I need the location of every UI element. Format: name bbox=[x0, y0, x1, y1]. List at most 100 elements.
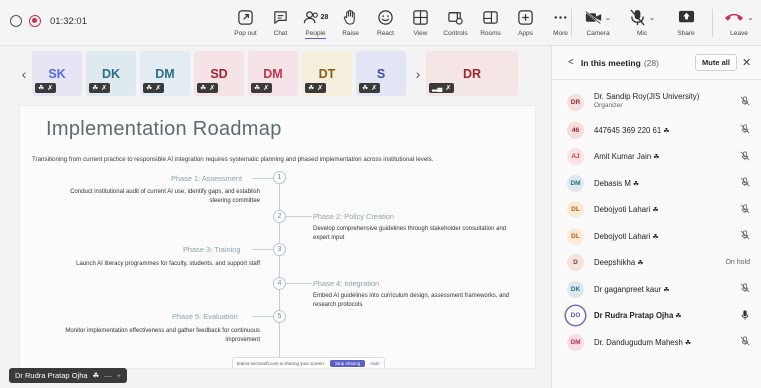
participant-count: (28) bbox=[643, 57, 659, 68]
toolbar-chat-button[interactable]: Chat bbox=[263, 6, 298, 39]
chat-icon bbox=[272, 6, 289, 28]
participant-tile[interactable]: S ☘ ✗ bbox=[356, 51, 406, 96]
camera-off-icon bbox=[584, 10, 601, 24]
participant-tile[interactable]: SK ☘ ✗ bbox=[32, 51, 82, 96]
guest-icon: ☘ bbox=[684, 339, 692, 347]
toolbar-people-button[interactable]: 28 People bbox=[298, 6, 333, 39]
mic-off-icon bbox=[740, 283, 750, 295]
toolbar-apps-button[interactable]: Apps bbox=[508, 6, 543, 39]
participant-row[interactable]: DM Dr. Dandugudum Mahesh ☘ bbox=[552, 329, 761, 356]
recording-icon bbox=[29, 15, 41, 27]
timeline-connector bbox=[286, 216, 312, 217]
leave-button[interactable]: ⌄ Leave bbox=[717, 6, 761, 37]
mic-off-icon bbox=[740, 336, 750, 348]
chevron-down-icon[interactable]: ⌄ bbox=[649, 13, 656, 22]
chevron-down-icon[interactable]: ⌄ bbox=[747, 13, 754, 22]
participant-name-text: Dr gaganpreet kaur bbox=[594, 284, 662, 294]
chevron-down-icon[interactable]: ⌄ bbox=[605, 13, 612, 22]
mic-off-icon bbox=[740, 151, 750, 163]
tile-status-badge: ☘ ✗ bbox=[35, 83, 57, 93]
mic-off-icon: ✗ bbox=[101, 85, 108, 92]
participant-name: Debojyoti Lahari ☘ bbox=[594, 205, 659, 214]
tile-initials: SD bbox=[210, 66, 228, 81]
tile-initials: DT bbox=[318, 66, 336, 81]
participant-row[interactable]: DK Dr gaganpreet kaur ☘ bbox=[552, 276, 761, 303]
toolbar-label: Rooms bbox=[480, 30, 501, 37]
mute-all-button[interactable]: Mute all bbox=[695, 54, 737, 71]
toolbar-raise-button[interactable]: Raise bbox=[333, 6, 368, 39]
mic-off-icon bbox=[740, 124, 750, 136]
guest-icon: ☘ bbox=[653, 154, 660, 162]
signal-icon: ▂▄ bbox=[432, 85, 443, 92]
mic-on-icon bbox=[740, 310, 750, 322]
plus-icon[interactable]: + bbox=[117, 371, 121, 380]
close-icon[interactable]: ✕ bbox=[742, 56, 751, 69]
avatar: DO bbox=[566, 306, 585, 326]
guest-icon: ☘ bbox=[308, 85, 315, 92]
participant-row[interactable]: DR Dr. Sandip Roy(JIS University) Organize… bbox=[552, 87, 761, 117]
avatar: DR bbox=[567, 93, 584, 111]
participant-row[interactable]: DL Debojyoti Lahari ☘ bbox=[552, 197, 761, 224]
participant-name: Debojyoti Lahari ☘ bbox=[594, 232, 659, 241]
guest-icon: ☘ bbox=[663, 127, 670, 135]
phase-title: Phase 4: Integration bbox=[313, 279, 380, 288]
toolbar-label: React bbox=[377, 30, 394, 37]
tile-initials: DM bbox=[263, 66, 283, 81]
phase-title: Phase 2: Policy Creation bbox=[313, 212, 394, 221]
participant-row[interactable]: DM Debasis M ☘ bbox=[552, 170, 761, 197]
participant-row[interactable]: DL Debojyoti Lahari ☘ bbox=[552, 223, 761, 250]
toolbar-view-button[interactable]: View bbox=[403, 6, 438, 39]
back-arrow-icon[interactable]: < bbox=[568, 57, 574, 68]
phase-description: Monitor implementation effectiveness and… bbox=[65, 328, 260, 343]
mic-button[interactable]: ⌄ Mic bbox=[620, 6, 664, 37]
toolbar-divider bbox=[712, 9, 713, 37]
participant-tile[interactable]: DT ☘ ✗ bbox=[302, 51, 352, 96]
toolbar-label: Chat bbox=[273, 30, 288, 37]
mic-off-icon: ✗ bbox=[445, 85, 452, 92]
toolbar-pop-out-button[interactable]: Pop out bbox=[228, 6, 263, 39]
camera-button[interactable]: ⌄ Camera bbox=[576, 6, 620, 37]
participant-name-text: Deepshikha bbox=[594, 258, 636, 268]
participant-name-text: 447645 369 220 61 bbox=[594, 125, 662, 135]
tile-initials: DR bbox=[462, 66, 482, 81]
participant-tile[interactable]: DM ☘ ✗ bbox=[140, 51, 190, 96]
strip-next-icon[interactable]: › bbox=[410, 66, 426, 82]
mic-off-icon: ✗ bbox=[371, 85, 378, 92]
toolbar-react-button[interactable]: React bbox=[368, 6, 403, 39]
guest-icon: ☘ bbox=[652, 233, 659, 241]
participant-row[interactable]: DO Dr Rudra Pratap Ojha ☘ bbox=[552, 303, 761, 330]
stop-sharing-button[interactable]: Stop sharing bbox=[330, 360, 366, 367]
participant-tile[interactable]: DM ☘ ✗ bbox=[248, 51, 298, 96]
participant-row[interactable]: AJ Amit Kumar Jain ☘ bbox=[552, 144, 761, 171]
participant-tile[interactable]: SD ☘ ✗ bbox=[194, 51, 244, 96]
meeting-timer: 01:32:01 bbox=[50, 15, 87, 27]
avatar: DL bbox=[567, 201, 584, 219]
apps-icon bbox=[517, 6, 534, 28]
mic-label: Mic bbox=[636, 30, 648, 37]
participant-tile[interactable]: DR ▂▄ ✗ bbox=[426, 51, 518, 96]
mic-off-icon: ✗ bbox=[209, 85, 216, 92]
panel-title: In this meeting bbox=[580, 57, 641, 68]
avatar: D bbox=[567, 254, 584, 272]
guest-icon: ☘ bbox=[38, 85, 45, 92]
hand-icon bbox=[342, 6, 359, 28]
shield-icon[interactable] bbox=[10, 15, 22, 27]
guest-icon: ☘ bbox=[675, 313, 682, 321]
timeline-connector bbox=[286, 283, 312, 284]
tile-status-badge: ☘ ✗ bbox=[143, 83, 165, 93]
participant-row[interactable]: 46 447645 369 220 61 ☘ bbox=[552, 117, 761, 144]
toolbar-controls-button[interactable]: Controls bbox=[438, 6, 473, 39]
slide-title: Implementation Roadmap bbox=[46, 118, 282, 140]
participant-strip: ‹ SK ☘ ✗ DK ☘ ✗ DM ☘ ✗ SD ☘ ✗ DM ☘ ✗ DT ☘ ✗ S ☘ ✗ › DR ▂▄ ✗ bbox=[16, 50, 536, 97]
participant-row[interactable]: D Deepshikha ☘ On hold bbox=[552, 250, 761, 277]
hide-button[interactable]: Hide bbox=[370, 361, 379, 366]
phase-number: 5 bbox=[273, 310, 286, 323]
toolbar-label: Controls bbox=[443, 30, 468, 37]
participant-tile[interactable]: DK ☘ ✗ bbox=[86, 51, 136, 96]
toolbar-rooms-button[interactable]: Rooms bbox=[473, 6, 508, 39]
phase-number: 1 bbox=[273, 171, 286, 184]
phase-title: Phase 5: Evaluation bbox=[172, 312, 238, 321]
share-button[interactable]: Share bbox=[664, 6, 708, 37]
mic-off-icon: ✗ bbox=[263, 85, 270, 92]
strip-prev-icon[interactable]: ‹ bbox=[16, 66, 32, 82]
